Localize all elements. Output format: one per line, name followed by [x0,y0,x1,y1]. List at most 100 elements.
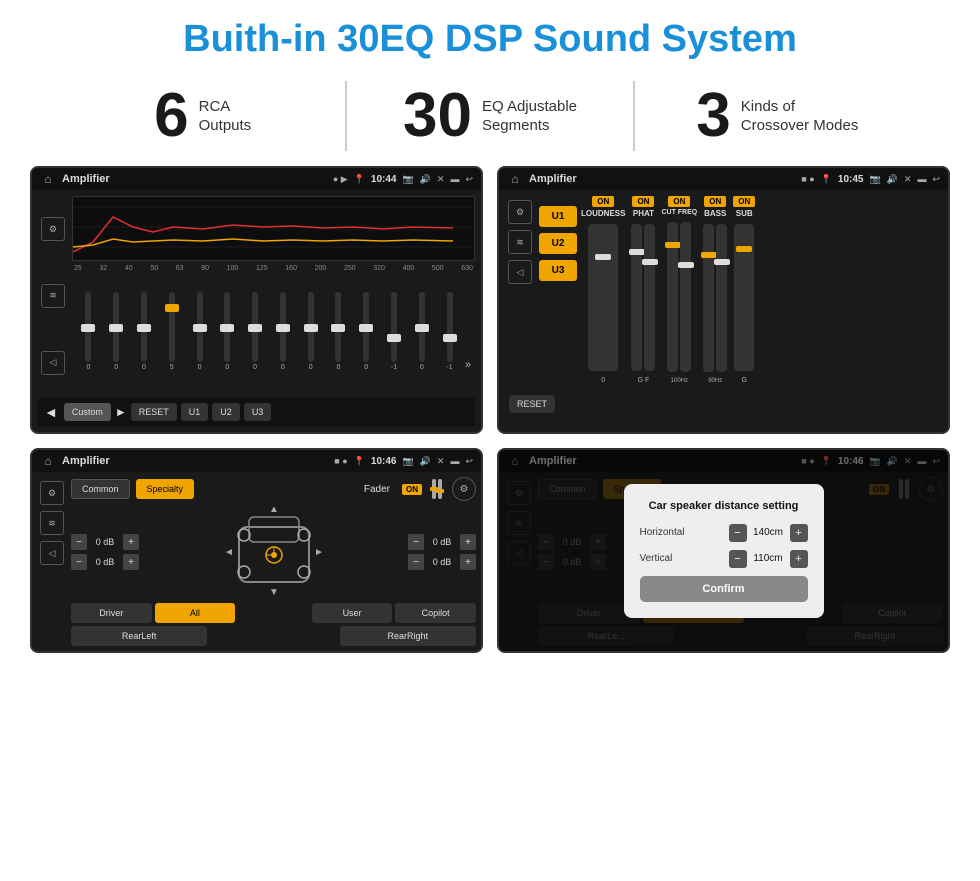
vertical-plus-btn[interactable]: + [790,550,808,568]
amp-wave-icon[interactable]: ≋ [508,230,532,254]
volume-icon-1: 🔊 [420,174,431,185]
next-button[interactable]: ► [115,405,127,419]
back-icon-2: ↩ [932,174,940,185]
status-icons-2: ■ ● [801,174,814,184]
home-icon[interactable]: ⌂ [40,171,56,187]
slider-val-8: 0 [309,364,313,371]
left-bottom-minus[interactable]: − [71,554,87,570]
prev-button[interactable]: ◄ [44,404,58,420]
eq-slider-7[interactable]: 0 [270,292,295,371]
left-top-minus[interactable]: − [71,534,87,550]
stat-eq: 30 EQ AdjustableSegments [347,85,632,147]
u2-button[interactable]: U2 [212,403,240,421]
fader-filter-icon[interactable]: ⚙ [40,481,64,505]
eq-slider-9[interactable]: 0 [326,292,351,371]
eq-slider-13[interactable]: -1 [437,292,462,371]
cutfreq-slider-f[interactable] [667,222,678,372]
eq-slider-4[interactable]: 0 [187,292,212,371]
eq-slider-8[interactable]: 0 [298,292,323,371]
loudness-val: 0 [601,377,605,384]
settings-circle-icon[interactable]: ⚙ [452,477,476,501]
status-time-1: 10:44 [371,174,397,185]
right-bottom-minus[interactable]: − [408,554,424,570]
vertical-minus-btn[interactable]: − [729,550,747,568]
right-top-minus[interactable]: − [408,534,424,550]
u3-button[interactable]: U3 [244,403,272,421]
right-bottom-plus[interactable]: + [460,554,476,570]
home-icon-3[interactable]: ⌂ [40,453,56,469]
u1-button[interactable]: U1 [181,403,209,421]
user-btn[interactable]: User [312,603,393,623]
copilot-btn[interactable]: Copilot [395,603,476,623]
fader-wave-icon[interactable]: ≋ [40,511,64,535]
eq-bottom-bar: ◄ Custom ► RESET U1 U2 U3 [38,398,475,426]
eq-slider-12[interactable]: 0 [409,292,434,371]
freq-80: 80 [201,265,209,272]
eq-speaker-icon[interactable]: ◁ [41,351,65,375]
reset-button[interactable]: RESET [131,403,177,421]
phat-slider-g[interactable] [631,224,642,371]
stat-label-rca: RCAOutputs [199,97,252,136]
amp-filter-icon[interactable]: ⚙ [508,200,532,224]
custom-button[interactable]: Custom [64,403,111,421]
fader-speaker-icon[interactable]: ◁ [40,541,64,565]
eq-wave-icon[interactable]: ≋ [41,284,65,308]
camera-icon-2: 📷 [869,174,880,185]
u2-selector[interactable]: U2 [539,233,577,254]
u1-selector[interactable]: U1 [539,206,577,227]
cutfreq-slider-g[interactable] [680,222,691,372]
rearright-btn[interactable]: RearRight [340,626,476,646]
vertical-control: − 110cm + [729,550,808,568]
all-btn[interactable]: All [155,603,236,623]
bass-on[interactable]: ON [704,196,726,207]
sub-val: G [742,377,747,384]
cutfreq-on[interactable]: ON [668,196,690,207]
dialog-overlay: Car speaker distance setting Horizontal … [499,450,948,651]
horizontal-plus-btn[interactable]: + [790,524,808,542]
loudness-slider[interactable] [588,224,618,371]
eq-slider-2[interactable]: 0 [132,292,157,371]
eq-slider-5[interactable]: 0 [215,292,240,371]
confirm-button[interactable]: Confirm [640,576,808,602]
phat-slider-f[interactable] [644,224,655,371]
x-icon-3: ✕ [437,456,445,467]
slider-val-10: 0 [364,364,368,371]
more-icon: » [465,359,471,371]
fader-on-badge[interactable]: ON [402,484,422,495]
amp-reset-button[interactable]: RESET [509,395,555,413]
sub-slider-g[interactable] [734,224,754,371]
eq-filter-icon[interactable]: ⚙ [41,217,65,241]
u3-selector[interactable]: U3 [539,260,577,281]
left-top-db: − 0 dB + [71,534,139,550]
eq-slider-6[interactable]: 0 [243,292,268,371]
eq-slider-3[interactable]: 5 [159,292,184,371]
horizontal-minus-btn[interactable]: − [729,524,747,542]
bass-slider-f[interactable] [703,224,714,372]
driver-btn[interactable]: Driver [71,603,152,623]
common-tab[interactable]: Common [71,479,130,499]
eq-slider-11[interactable]: -1 [382,292,407,371]
bass-slider-g[interactable] [716,224,727,372]
left-bottom-plus[interactable]: + [123,554,139,570]
left-top-plus[interactable]: + [123,534,139,550]
screen-title-1: Amplifier [62,173,327,185]
pause-status-icon: ■ ● [801,174,814,184]
specialty-tab[interactable]: Specialty [136,479,195,499]
home-icon-2[interactable]: ⌂ [507,171,523,187]
slider-val-4: 0 [198,364,202,371]
horizontal-row: Horizontal − 140cm + [640,524,808,542]
eq-slider-0[interactable]: 0 [76,292,101,371]
svg-text:▼: ▼ [269,587,279,597]
rearleft-btn[interactable]: RearLeft [71,626,207,646]
amp-speaker-icon[interactable]: ◁ [508,260,532,284]
sub-on[interactable]: ON [733,196,755,207]
loudness-on[interactable]: ON [592,196,614,207]
eq-slider-1[interactable]: 0 [104,292,129,371]
right-top-plus[interactable]: + [460,534,476,550]
eq-slider-10[interactable]: 0 [354,292,379,371]
phat-on[interactable]: ON [632,196,654,207]
stat-rca: 6 RCAOutputs [60,85,345,147]
phat-val: G F [638,377,650,384]
bass-val: 90Hz [708,378,722,384]
status-time-2: 10:45 [838,174,864,185]
